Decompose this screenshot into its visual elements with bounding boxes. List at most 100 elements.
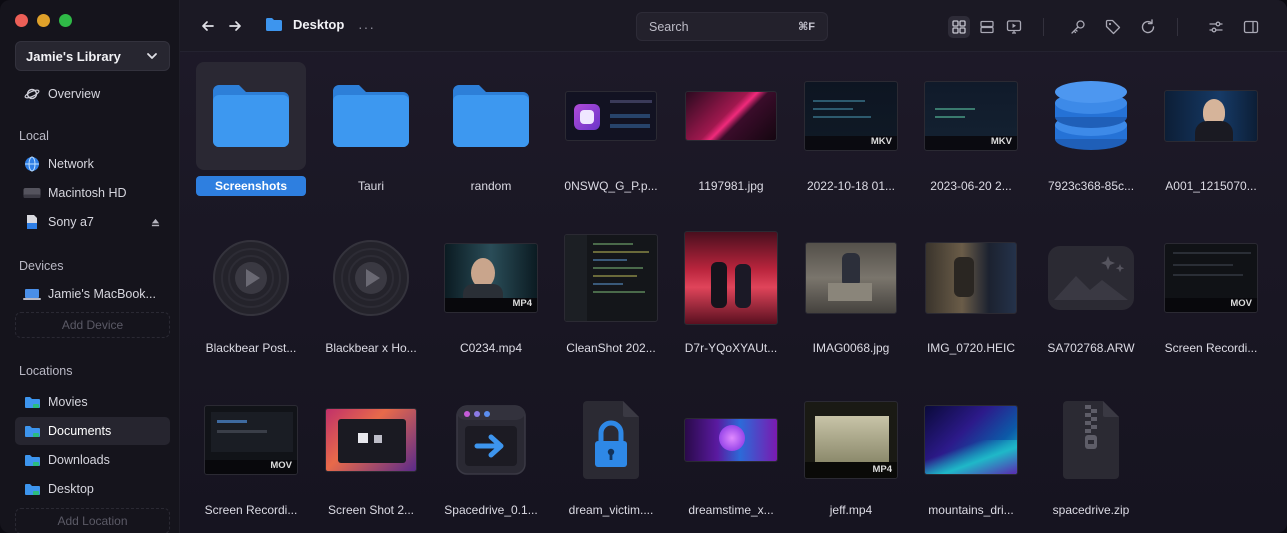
file-thumbnail[interactable]: MOV xyxy=(1156,224,1266,332)
sidebar-item-macintosh-hd[interactable]: Macintosh HD xyxy=(15,179,170,207)
add-location-button[interactable]: Add Location xyxy=(15,508,170,533)
sidebar-item-label: Desktop xyxy=(48,482,94,496)
zoom-window-button[interactable] xyxy=(59,14,72,27)
file-item[interactable]: Tauri xyxy=(316,62,426,202)
add-device-button[interactable]: Add Device xyxy=(15,312,170,338)
refresh-button[interactable] xyxy=(1137,16,1159,38)
eject-icon[interactable] xyxy=(151,218,160,227)
media-view-button[interactable] xyxy=(1003,16,1025,38)
file-thumbnail[interactable] xyxy=(556,224,666,332)
view-settings-button[interactable] xyxy=(1205,16,1227,38)
file-thumbnail[interactable] xyxy=(676,386,786,494)
file-name: Blackbear Post... xyxy=(205,341,297,355)
minimize-window-button[interactable] xyxy=(37,14,50,27)
refresh-icon xyxy=(1141,19,1155,34)
sidebar-right-icon xyxy=(1243,20,1259,34)
list-view-button[interactable] xyxy=(976,16,998,38)
file-thumbnail[interactable] xyxy=(436,386,546,494)
file-item[interactable]: MOV Screen Recordi... xyxy=(1156,224,1266,364)
sidebar: Jamie's Library Overview Local Network M… xyxy=(0,0,180,533)
file-item[interactable]: dream_victim.... xyxy=(556,386,666,526)
file-item[interactable]: MOV Screen Recordi... xyxy=(196,386,306,526)
file-item[interactable]: MP4 C0234.mp4 xyxy=(436,224,546,364)
file-thumbnail[interactable] xyxy=(196,224,306,332)
file-name: SA702768.ARW xyxy=(1047,341,1135,355)
toolbar: Desktop ··· Search ⌘F xyxy=(180,0,1287,52)
file-thumbnail[interactable] xyxy=(796,224,906,332)
file-item[interactable]: D7r-YQoXYAUt... xyxy=(676,224,786,364)
file-thumbnail[interactable]: MP4 xyxy=(796,386,906,494)
sidebar-item-downloads[interactable]: Downloads xyxy=(15,446,170,474)
file-thumbnail[interactable] xyxy=(316,62,426,170)
breadcrumb[interactable]: Desktop xyxy=(265,17,344,32)
file-item[interactable]: 1197981.jpg xyxy=(676,62,786,202)
file-item[interactable]: CleanShot 202... xyxy=(556,224,666,364)
image-thumbnail xyxy=(684,231,778,325)
file-thumbnail[interactable]: MKV xyxy=(796,62,906,170)
file-thumbnail[interactable] xyxy=(1036,224,1146,332)
forward-arrow-icon[interactable] xyxy=(227,18,243,34)
file-thumbnail[interactable] xyxy=(916,386,1026,494)
file-item[interactable]: 0NSWQ_G_P.p... xyxy=(556,62,666,202)
file-item[interactable]: 7923c368-85c... xyxy=(1036,62,1146,202)
file-item[interactable]: IMAG0068.jpg xyxy=(796,224,906,364)
file-thumbnail[interactable] xyxy=(556,62,666,170)
file-item[interactable]: dreamstime_x... xyxy=(676,386,786,526)
toggle-inspector-button[interactable] xyxy=(1240,16,1262,38)
file-thumbnail[interactable] xyxy=(1156,62,1266,170)
file-thumbnail[interactable]: MOV xyxy=(196,386,306,494)
image-thumbnail xyxy=(1164,90,1258,142)
back-arrow-icon[interactable] xyxy=(200,18,216,34)
locked-file-icon xyxy=(583,401,639,479)
file-item[interactable]: A001_1215070... xyxy=(1156,62,1266,202)
file-thumbnail[interactable] xyxy=(316,386,426,494)
close-window-button[interactable] xyxy=(15,14,28,27)
file-item[interactable]: Screen Shot 2... xyxy=(316,386,426,526)
file-item[interactable]: Blackbear x Ho... xyxy=(316,224,426,364)
file-item[interactable]: spacedrive.zip xyxy=(1036,386,1146,526)
tag-button[interactable] xyxy=(1102,16,1124,38)
file-thumbnail[interactable] xyxy=(556,386,666,494)
image-thumbnail xyxy=(805,242,897,314)
locations-section-header: Locations xyxy=(19,364,73,378)
sidebar-item-movies[interactable]: Movies xyxy=(15,388,170,416)
file-thumbnail[interactable] xyxy=(1036,386,1146,494)
file-item[interactable]: Blackbear Post... xyxy=(196,224,306,364)
image-thumbnail: MOV xyxy=(204,405,298,475)
file-thumbnail[interactable] xyxy=(676,62,786,170)
grid-view-button[interactable] xyxy=(948,16,970,38)
more-options-icon[interactable]: ··· xyxy=(358,19,375,35)
sidebar-item-sony-a7[interactable]: Sony a7 xyxy=(15,208,170,236)
sidebar-item-network[interactable]: Network xyxy=(15,150,170,178)
file-item[interactable]: SA702768.ARW xyxy=(1036,224,1146,364)
file-item[interactable]: mountains_dri... xyxy=(916,386,1026,526)
sidebar-item-desktop[interactable]: Desktop xyxy=(15,475,170,503)
file-item[interactable]: MP4 jeff.mp4 xyxy=(796,386,906,526)
file-thumbnail[interactable]: MP4 xyxy=(436,224,546,332)
chevron-down-icon xyxy=(147,53,157,59)
file-name: jeff.mp4 xyxy=(829,503,873,517)
file-thumbnail[interactable] xyxy=(916,224,1026,332)
file-thumbnail[interactable] xyxy=(676,224,786,332)
file-item[interactable]: Spacedrive_0.1... xyxy=(436,386,546,526)
library-selector[interactable]: Jamie's Library xyxy=(15,41,170,71)
sidebar-item-overview[interactable]: Overview xyxy=(15,80,170,108)
sidebar-item-documents[interactable]: Documents xyxy=(15,417,170,445)
file-thumbnail[interactable] xyxy=(436,62,546,170)
file-thumbnail[interactable] xyxy=(1036,62,1146,170)
file-item[interactable]: MKV 2022-10-18 01... xyxy=(796,62,906,202)
file-thumbnail[interactable]: MKV xyxy=(916,62,1026,170)
file-name: 2022-10-18 01... xyxy=(806,179,896,193)
file-item[interactable]: IMG_0720.HEIC xyxy=(916,224,1026,364)
file-item[interactable]: random xyxy=(436,62,546,202)
file-thumbnail[interactable] xyxy=(196,62,306,170)
file-thumbnail[interactable] xyxy=(316,224,426,332)
search-input[interactable]: Search ⌘F xyxy=(636,12,828,41)
file-item[interactable]: Screenshots xyxy=(196,62,306,202)
key-button[interactable] xyxy=(1067,16,1089,38)
file-item[interactable]: MKV 2023-06-20 2... xyxy=(916,62,1026,202)
local-section-header: Local xyxy=(19,129,49,143)
sidebar-item-macbook[interactable]: Jamie's MacBook... xyxy=(15,280,170,308)
folder-icon xyxy=(453,85,529,147)
rows-icon xyxy=(980,20,994,34)
